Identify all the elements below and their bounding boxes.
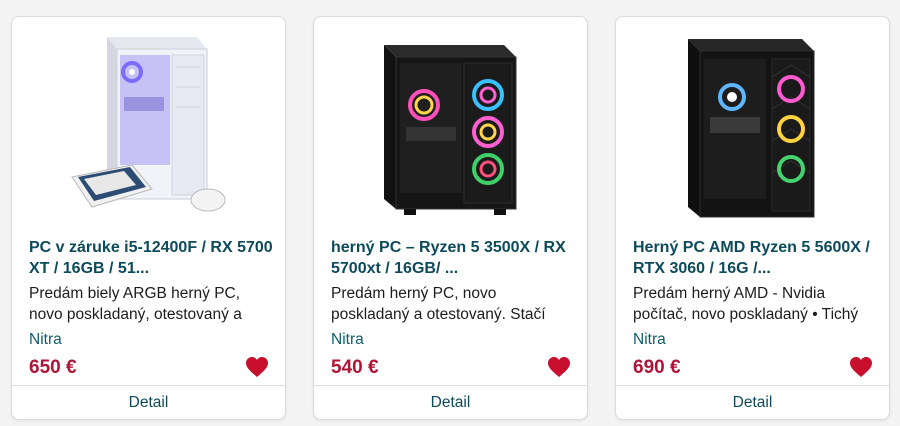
listing-card[interactable]: Herný PC AMD Ryzen 5 5600X / RTX 3060 / …	[615, 16, 890, 420]
listing-price: 690 €	[633, 357, 681, 378]
listing-description: Predám biely ARGB herný PC, novo posklad…	[29, 285, 242, 323]
detail-button[interactable]: Detail	[12, 385, 285, 419]
product-image[interactable]	[616, 17, 889, 227]
listing-price: 540 €	[331, 357, 379, 378]
listing-description: Predám herný PC, novo poskladaný a otest…	[331, 285, 546, 323]
heart-icon[interactable]	[849, 356, 873, 378]
heart-icon[interactable]	[245, 356, 269, 378]
listing-grid: PC v záruke i5-12400F / RX 5700 XT / 16G…	[11, 16, 890, 420]
listing-card[interactable]: PC v záruke i5-12400F / RX 5700 XT / 16G…	[11, 16, 286, 420]
listing-card[interactable]: herný PC – Ryzen 5 3500X / RX 5700xt / 1…	[313, 16, 588, 420]
listing-price: 650 €	[29, 357, 77, 378]
listing-location: Nitra	[29, 331, 62, 348]
listing-title[interactable]: herný PC – Ryzen 5 3500X / RX 5700xt / 1…	[331, 237, 576, 279]
detail-button[interactable]: Detail	[314, 385, 587, 419]
product-image[interactable]	[12, 17, 285, 227]
detail-button[interactable]: Detail	[616, 385, 889, 419]
product-image[interactable]	[314, 17, 587, 227]
listing-title[interactable]: Herný PC AMD Ryzen 5 5600X / RTX 3060 / …	[633, 237, 878, 279]
listing-location: Nitra	[633, 331, 666, 348]
listing-description: Predám herný AMD - Nvidia počítač, novo …	[633, 285, 859, 323]
heart-icon[interactable]	[547, 356, 571, 378]
listing-location: Nitra	[331, 331, 364, 348]
listing-title[interactable]: PC v záruke i5-12400F / RX 5700 XT / 16G…	[29, 237, 274, 279]
